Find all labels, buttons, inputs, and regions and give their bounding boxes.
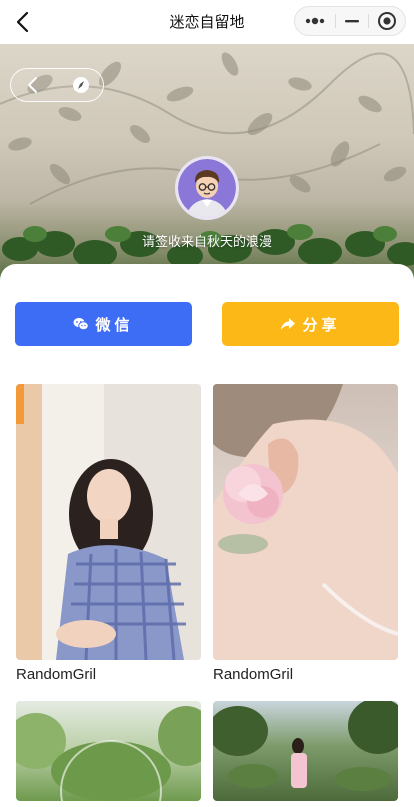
miniprogram-capsule [294,6,406,36]
wechat-icon [73,317,90,331]
rose-behind-ear-image [213,384,398,660]
close-circle-icon[interactable] [369,7,405,35]
photo-thumbnail [213,384,398,660]
compass-icon[interactable] [72,76,90,94]
cartoon-avatar-image [178,159,236,217]
share-arrow-icon [281,318,296,330]
wechat-button[interactable]: 微信 [15,302,192,346]
hero-banner: 请签收来自秋天的浪漫 [0,44,414,284]
share-button[interactable]: 分享 [222,302,399,346]
hero-caption: 请签收来自秋天的浪漫 [141,235,272,250]
photo-thumbnail [16,384,201,660]
minimize-icon[interactable] [336,7,368,35]
card-title: RandomGril [213,666,294,683]
wechat-button-label: 微信 [95,315,134,334]
back-arrow-icon[interactable] [25,76,41,94]
garden-girl-image [213,701,398,791]
top-navbar: 迷恋自留地 [0,0,414,44]
photo-thumbnail [16,701,201,801]
photo-thumbnail [213,701,398,801]
avatar[interactable] [175,156,239,220]
more-dots-icon[interactable] [295,7,335,35]
content-panel: 微信 分享 RandomGril RandomGril [0,264,414,801]
share-button-label: 分享 [302,315,341,334]
green-park-image [16,706,201,801]
gallery-card[interactable]: RandomGril [16,384,201,683]
gallery-card[interactable]: RandomGril [213,384,398,683]
gallery-card[interactable] [16,701,201,807]
nav-pill [10,68,104,102]
card-title: RandomGril [16,666,97,683]
girl-plaid-dress-image [16,384,201,660]
gallery-card[interactable] [213,701,398,807]
